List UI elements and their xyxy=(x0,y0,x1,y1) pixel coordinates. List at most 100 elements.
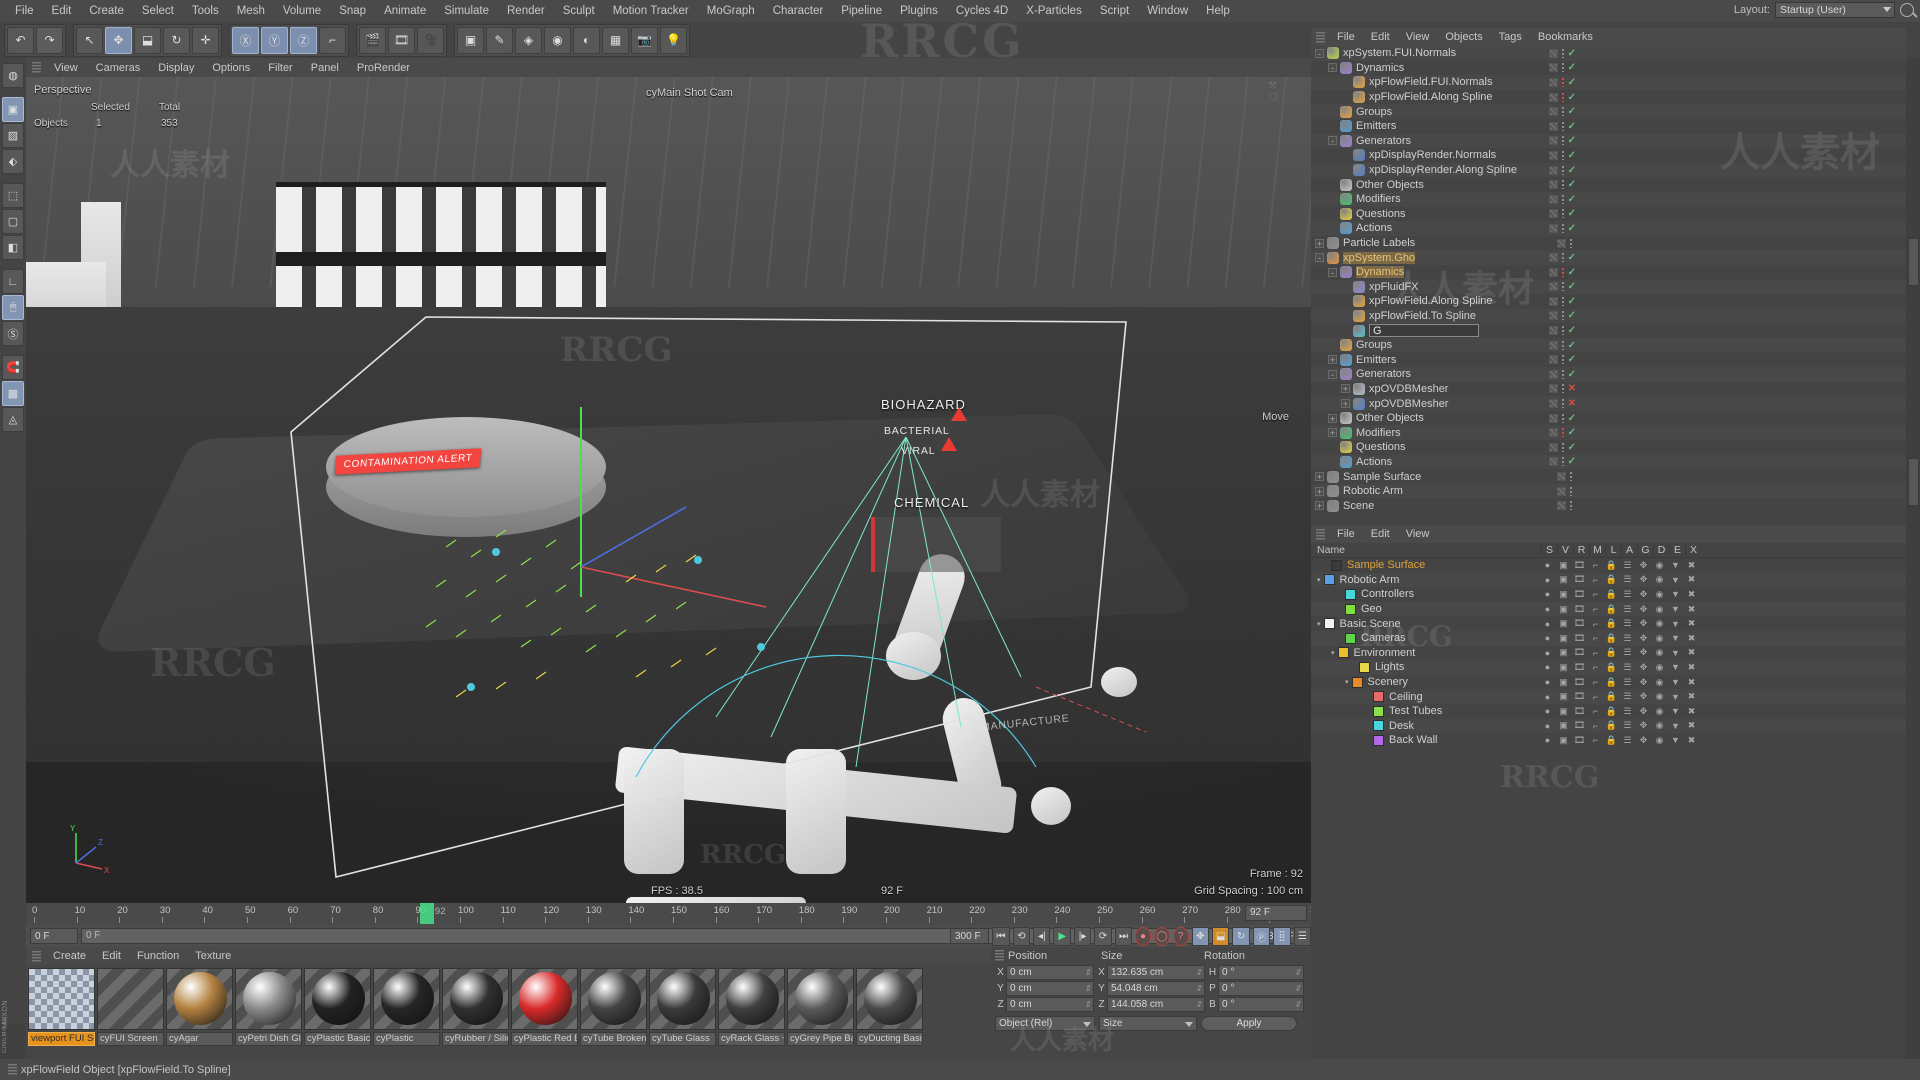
object-menu-item-bookmarks[interactable]: Bookmarks xyxy=(1530,30,1601,44)
material-preview[interactable] xyxy=(580,968,647,1030)
material-cell[interactable]: cyPlastic Basic xyxy=(304,968,371,1046)
search-icon[interactable] xyxy=(1900,3,1914,17)
scene-row-name-cell[interactable]: ▾ Scenery xyxy=(1311,676,1541,688)
scene-toggle-x-icon[interactable]: ✖ xyxy=(1685,720,1698,731)
menu-item-volume[interactable]: Volume xyxy=(274,3,330,19)
material-preview[interactable] xyxy=(718,968,785,1030)
camera-icon[interactable]: 📷 xyxy=(631,27,658,54)
object-type-icon[interactable] xyxy=(1327,485,1339,497)
object-enable-icon[interactable]: ✓ xyxy=(1568,427,1576,438)
object-layer-swatch[interactable] xyxy=(1549,209,1558,218)
material-cell[interactable]: viewport FUI Sc xyxy=(28,968,95,1046)
scene-toggle-g-icon[interactable]: ✥ xyxy=(1637,720,1650,731)
object-type-icon[interactable] xyxy=(1353,164,1365,176)
menu-item-tools[interactable]: Tools xyxy=(183,3,228,19)
scene-toggle-r-icon[interactable]: 🎞 xyxy=(1573,574,1586,585)
scene-object-name[interactable]: Robotic Arm xyxy=(1340,574,1400,586)
tree-expander-icon[interactable]: ▾ xyxy=(1317,576,1321,584)
object-layer-swatch[interactable] xyxy=(1549,224,1558,233)
scene-toggle-g-icon[interactable]: ✥ xyxy=(1637,618,1650,629)
object-type-icon[interactable] xyxy=(1340,193,1352,205)
tree-expander-icon[interactable]: + xyxy=(1341,384,1350,393)
menu-item-sculpt[interactable]: Sculpt xyxy=(554,3,604,19)
scene-toggle-x-icon[interactable]: ✖ xyxy=(1685,604,1698,615)
object-row[interactable]: Other Objects ✓ xyxy=(1311,177,1906,192)
object-layer-swatch[interactable] xyxy=(1549,297,1558,306)
generator-icon[interactable]: ◈ xyxy=(515,27,542,54)
object-type-icon[interactable] xyxy=(1340,106,1352,118)
object-enable-icon[interactable]: ✓ xyxy=(1568,252,1576,263)
rotation-p-input[interactable]: 0 ° ⇕ xyxy=(1218,981,1304,996)
material-preview[interactable] xyxy=(511,968,578,1030)
object-layer-swatch[interactable] xyxy=(1549,166,1558,175)
scene-toggle-s-icon[interactable]: ● xyxy=(1541,575,1554,585)
scene-menu-item-file[interactable]: File xyxy=(1329,527,1363,541)
tree-expander-icon[interactable]: + xyxy=(1328,355,1337,364)
material-preview[interactable] xyxy=(787,968,854,1030)
column-header-e[interactable]: E xyxy=(1669,544,1685,556)
object-row[interactable]: Actions ✓ xyxy=(1311,455,1906,470)
scene-object-name[interactable]: Lights xyxy=(1375,661,1404,673)
object-layer-swatch[interactable] xyxy=(1549,443,1558,452)
visibility-dots-icon[interactable] xyxy=(1562,209,1564,218)
scene-toggle-x-icon[interactable]: ✖ xyxy=(1685,560,1698,571)
material-name[interactable]: cyDucting Basic xyxy=(856,1032,923,1046)
menu-item-edit[interactable]: Edit xyxy=(43,3,81,19)
texture-mode-icon[interactable]: ▨ xyxy=(2,123,24,148)
undo-icon[interactable]: ↶ xyxy=(7,27,34,54)
object-layer-swatch[interactable] xyxy=(1549,457,1558,466)
viewport-nav-icons[interactable]: ⤧ ⬚ xyxy=(1269,80,1305,114)
visibility-dots-icon[interactable] xyxy=(1562,399,1564,408)
column-header-x[interactable]: X xyxy=(1685,544,1701,556)
material-name[interactable]: cyTube Broken xyxy=(580,1032,647,1046)
object-enable-icon[interactable]: ✓ xyxy=(1568,165,1576,176)
column-header-g[interactable]: G xyxy=(1637,544,1653,556)
scene-toggle-r-icon[interactable]: 🎞 xyxy=(1573,618,1586,629)
menu-item-pipeline[interactable]: Pipeline xyxy=(832,3,891,19)
material-swatch-list[interactable]: viewport FUI Sc cyFUI Screen cyAgar cyPetri… xyxy=(26,965,991,1046)
scene-row-name-cell[interactable]: ▾ Environment xyxy=(1311,647,1541,659)
visibility-dots-icon[interactable] xyxy=(1562,63,1564,72)
object-enable-icon[interactable]: ✓ xyxy=(1568,48,1576,59)
scene-row[interactable]: ▾ Environment ● ▣ 🎞 ⌐ 🔒 ☰ ✥ ◉ ▼ ✖ xyxy=(1311,646,1906,661)
material-preview[interactable] xyxy=(166,968,233,1030)
scene-toggle-e-icon[interactable]: ▼ xyxy=(1669,662,1682,672)
scene-toggle-m-icon[interactable]: ⌐ xyxy=(1589,706,1602,716)
scene-toggle-g-icon[interactable]: ✥ xyxy=(1637,560,1650,571)
scene-toggle-g-icon[interactable]: ✥ xyxy=(1637,677,1650,688)
object-layer-swatch[interactable] xyxy=(1549,326,1558,335)
scene-toggle-v-icon[interactable]: ▣ xyxy=(1557,574,1570,585)
object-name[interactable]: Modifiers xyxy=(1356,193,1401,205)
axis-mode-icon[interactable]: ∟ xyxy=(2,269,24,294)
material-cell[interactable]: cyTube Broken xyxy=(580,968,647,1046)
scene-toggle-s-icon[interactable]: ● xyxy=(1541,619,1554,629)
scene-toggle-m-icon[interactable]: ⌐ xyxy=(1589,648,1602,658)
object-row[interactable]: + Other Objects ✓ xyxy=(1311,411,1906,426)
object-type-icon[interactable] xyxy=(1340,135,1352,147)
object-row[interactable]: Questions ✓ xyxy=(1311,440,1906,455)
object-name[interactable]: Scene xyxy=(1343,500,1374,512)
cursor-cross-icon[interactable]: ✛ xyxy=(192,27,219,54)
object-layer-swatch[interactable] xyxy=(1549,122,1558,131)
menu-item-render[interactable]: Render xyxy=(498,3,554,19)
scene-object-name[interactable]: Cameras xyxy=(1361,632,1406,644)
object-row[interactable]: - Dynamics ✓ xyxy=(1311,265,1906,280)
spinner-icon[interactable]: ⇕ xyxy=(1195,968,1202,977)
object-row[interactable]: xpFlowField.To Spline ✓ xyxy=(1311,309,1906,324)
viewport-menu-item-options[interactable]: Options xyxy=(203,61,259,75)
object-type-icon[interactable] xyxy=(1340,208,1352,220)
scene-toggle-x-icon[interactable]: ✖ xyxy=(1685,691,1698,702)
material-name[interactable]: cyRubber / Silic xyxy=(442,1032,509,1046)
make-editable-icon[interactable]: ◍ xyxy=(2,63,24,88)
scene-toggle-m-icon[interactable]: ⌐ xyxy=(1589,575,1602,585)
scene-object-swatch[interactable] xyxy=(1345,633,1356,644)
object-enable-icon[interactable]: ✓ xyxy=(1568,77,1576,88)
scene-toggle-m-icon[interactable]: ⌐ xyxy=(1589,633,1602,643)
scene-toggle-v-icon[interactable]: ▣ xyxy=(1557,677,1570,688)
world-axis-icon[interactable]: ⌐ xyxy=(319,27,346,54)
scene-toggle-s-icon[interactable]: ● xyxy=(1541,706,1554,716)
visibility-dots-icon[interactable] xyxy=(1570,239,1572,248)
object-layer-swatch[interactable] xyxy=(1549,282,1558,291)
object-row[interactable]: - xpSystem.Gho ✓ xyxy=(1311,250,1906,265)
record-icon[interactable]: ● xyxy=(1135,927,1151,946)
